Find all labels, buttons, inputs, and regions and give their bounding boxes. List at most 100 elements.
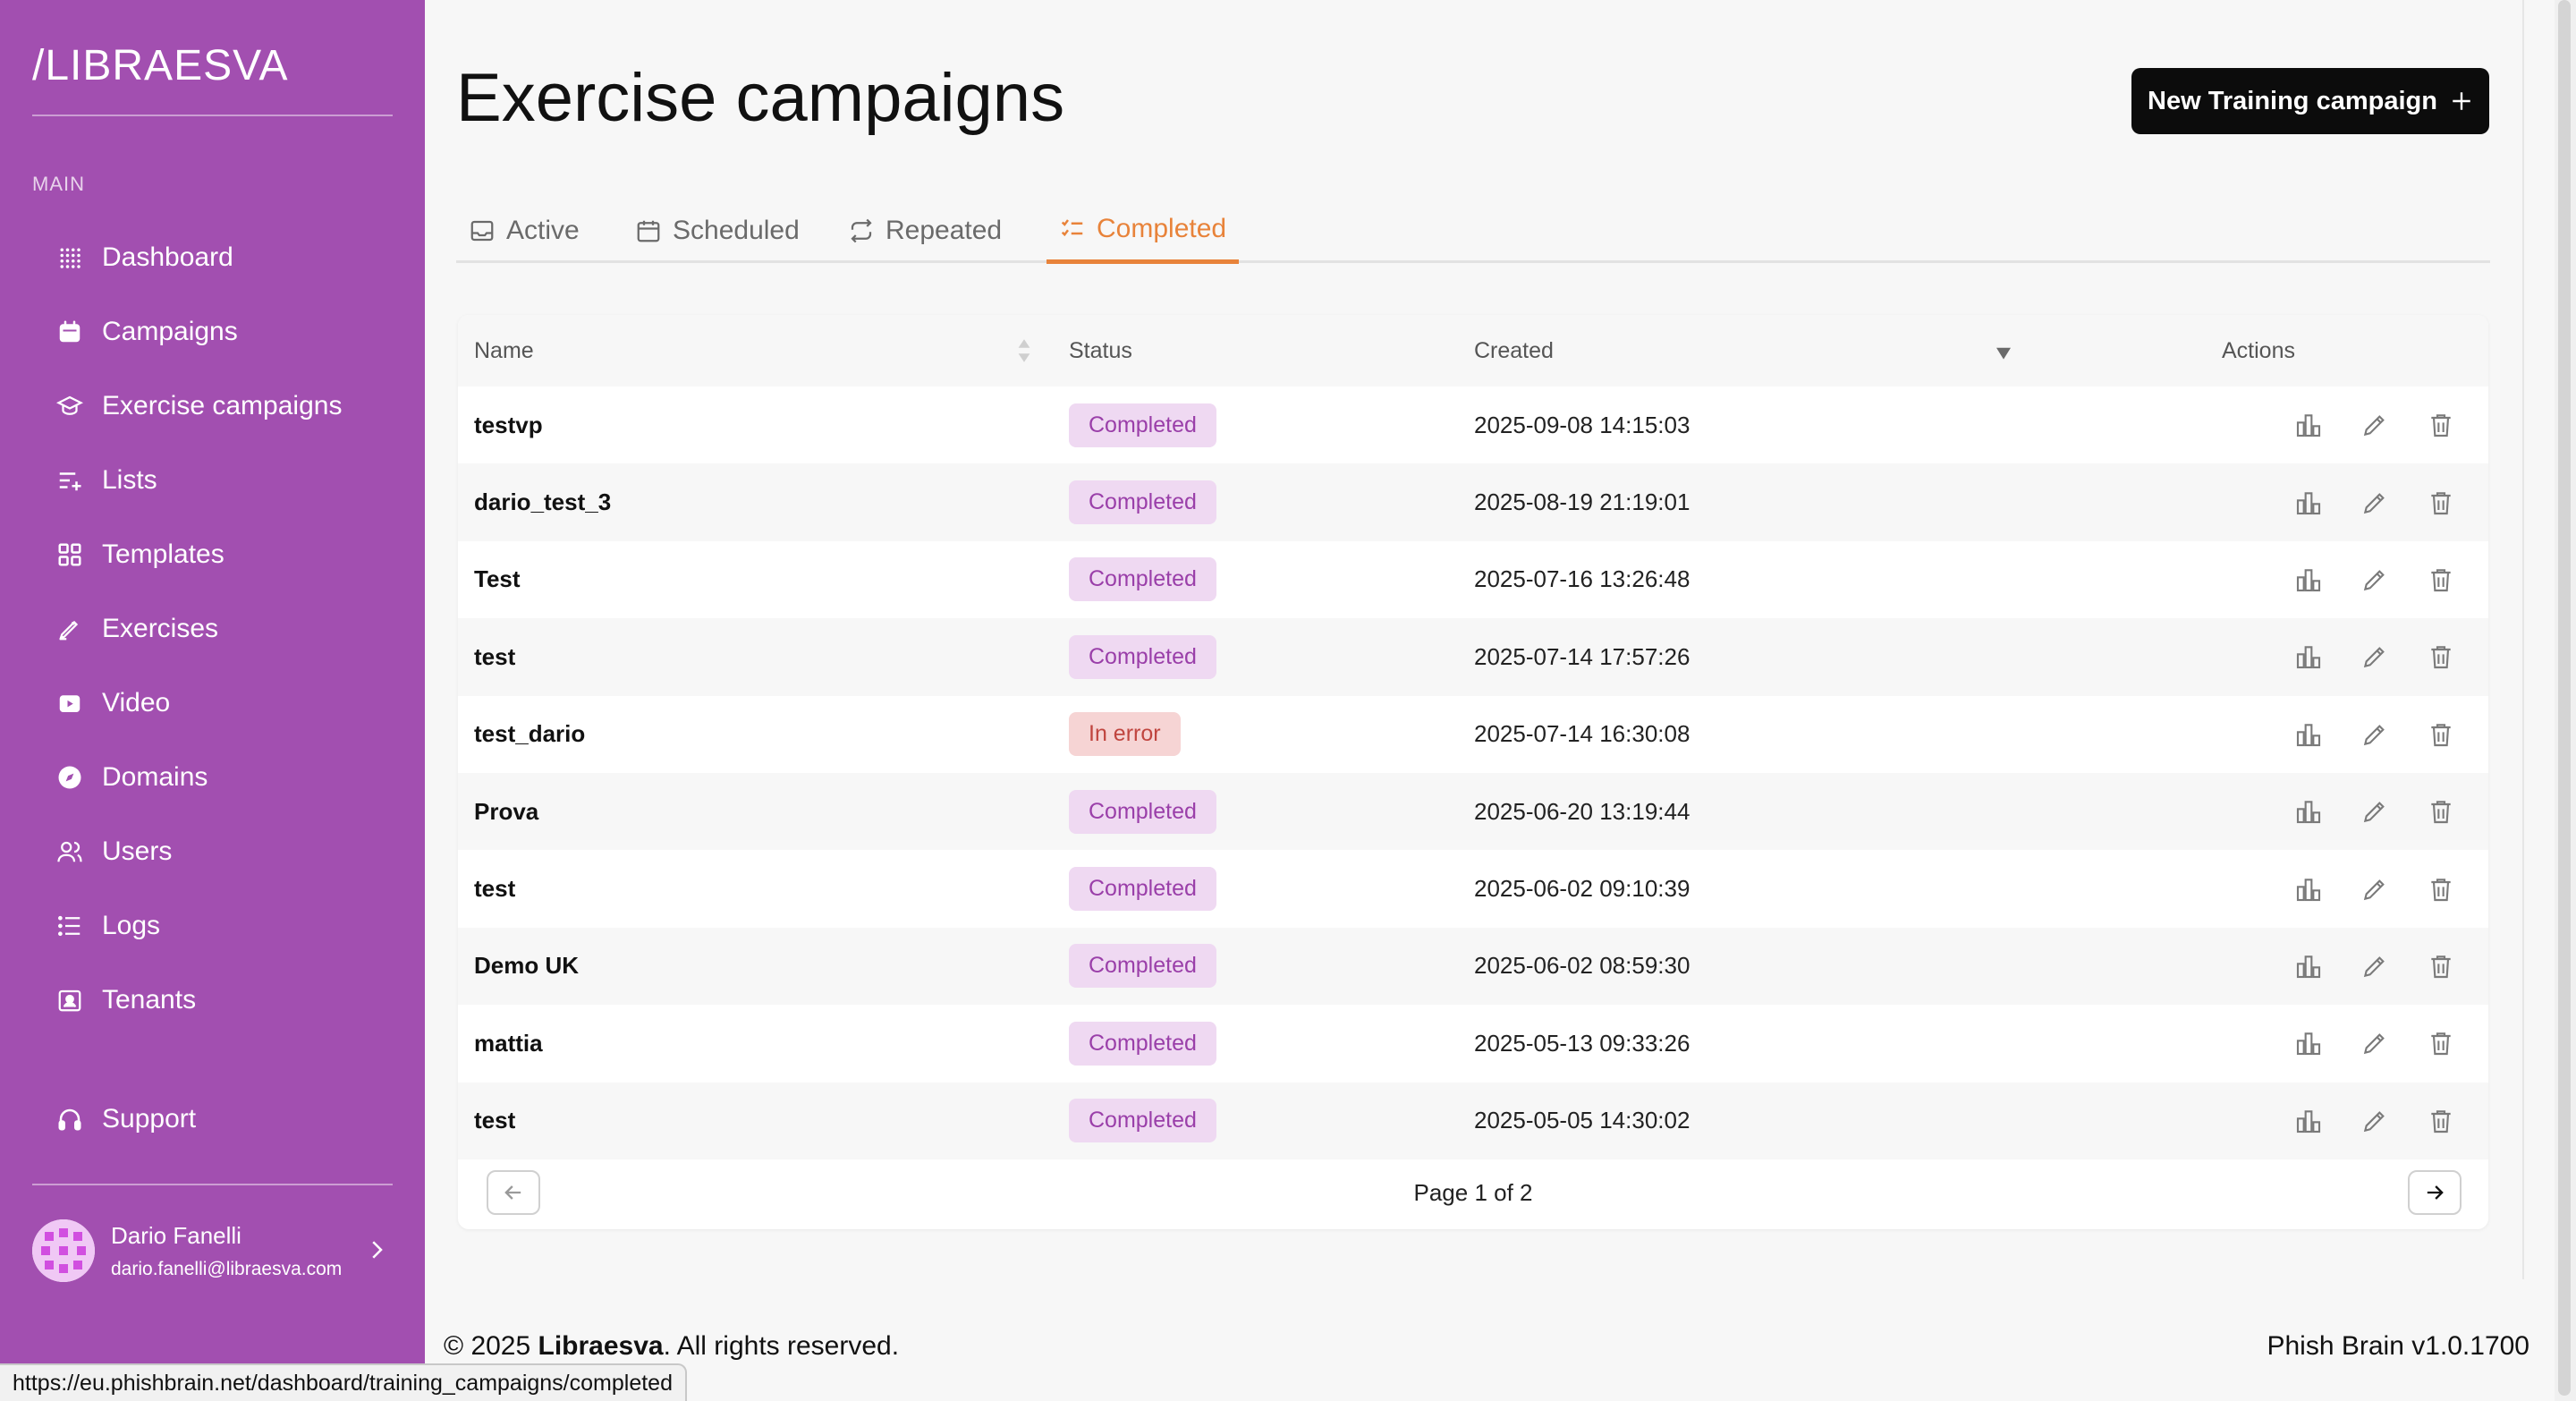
table-row[interactable]: test Completed 2025-06-02 09:10:39 [458, 850, 2488, 927]
sidebar-item-label: Dashboard [102, 242, 233, 272]
row-actions [2293, 618, 2456, 695]
sidebar-item-label: Templates [102, 539, 225, 569]
sidebar-item-label: Exercises [102, 614, 219, 643]
edit-icon[interactable] [2360, 565, 2390, 595]
table-row[interactable]: test Completed 2025-05-05 14:30:02 [458, 1082, 2488, 1159]
campaign-name: dario_test_3 [474, 488, 612, 516]
sidebar-item-exercises[interactable]: Exercises [55, 602, 395, 656]
copyright-suffix: . All rights reserved. [663, 1331, 900, 1361]
table-row[interactable]: testvp Completed 2025-09-08 14:15:03 [458, 386, 2488, 463]
sidebar-item-users[interactable]: Users [55, 825, 395, 879]
sidebar-item-logs[interactable]: Logs [55, 899, 395, 953]
arrow-right-icon [2427, 1185, 2444, 1200]
edit-icon[interactable] [2360, 1028, 2390, 1058]
sidebar-item-templates[interactable]: Templates [55, 528, 395, 582]
sort-desc-icon[interactable] [1994, 336, 2013, 365]
sidebar-item-label: Video [102, 688, 171, 717]
tab-scheduled[interactable]: Scheduled [623, 199, 812, 263]
created-date: 2025-06-02 09:10:39 [1474, 875, 1690, 903]
table-row[interactable]: test Completed 2025-07-14 17:57:26 [458, 618, 2488, 696]
sidebar-item-video[interactable]: Video [55, 676, 395, 730]
sidebar-item-exercise-campaigns[interactable]: Exercise campaigns [55, 379, 395, 433]
libraesva-logo[interactable]: /LIBRAESVA [32, 41, 289, 90]
sidebar-item-dashboard[interactable]: Dashboard [55, 231, 395, 284]
stats-icon[interactable] [2293, 488, 2324, 518]
sidebar-item-label: Users [102, 836, 173, 866]
sidebar-item-campaigns[interactable]: Campaigns [55, 305, 395, 359]
headset-icon [55, 1105, 84, 1134]
list-add-icon [55, 466, 84, 495]
status-badge: Completed [1069, 1099, 1216, 1143]
status-badge: Completed [1069, 944, 1216, 989]
new-training-campaign-button[interactable]: New Training campaign [2131, 68, 2489, 134]
delete-icon[interactable] [2426, 565, 2456, 595]
tab-completed[interactable]: Completed [1046, 199, 1240, 264]
delete-icon[interactable] [2426, 951, 2456, 981]
column-header-created[interactable]: Created [1474, 315, 1554, 386]
status-cell: Completed [1069, 618, 1216, 695]
sidebar-item-lists[interactable]: Lists [55, 454, 395, 507]
edit-icon[interactable] [2360, 488, 2390, 518]
scrollbar-thumb[interactable] [2558, 0, 2571, 1396]
delete-icon[interactable] [2426, 874, 2456, 904]
delete-icon[interactable] [2426, 1106, 2456, 1136]
sidebar-item-label: Support [102, 1104, 197, 1134]
status-cell: In error [1069, 696, 1181, 773]
copyright-brand[interactable]: Libraesva [538, 1331, 664, 1361]
edit-icon[interactable] [2360, 951, 2390, 981]
tab-repeated[interactable]: Repeated [835, 199, 1014, 263]
status-cell: Completed [1069, 1005, 1216, 1082]
table-row[interactable]: mattia Completed 2025-05-13 09:33:26 [458, 1005, 2488, 1082]
sort-icon[interactable] [1014, 336, 1034, 365]
sidebar-item-label: Domains [102, 762, 208, 792]
column-header-status[interactable]: Status [1069, 315, 1132, 386]
stats-icon[interactable] [2293, 565, 2324, 595]
edit-icon[interactable] [2360, 1106, 2390, 1136]
stats-icon[interactable] [2293, 410, 2324, 440]
stats-icon[interactable] [2293, 641, 2324, 672]
delete-icon[interactable] [2426, 641, 2456, 672]
row-actions [2293, 850, 2456, 927]
page-indicator: Page 1 of 2 [1413, 1179, 1533, 1206]
table-row[interactable]: Test Completed 2025-07-16 13:26:48 [458, 541, 2488, 618]
stats-icon[interactable] [2293, 1028, 2324, 1058]
sidebar-item-support[interactable]: Support [55, 1092, 395, 1146]
table-row[interactable]: test_dario In error 2025-07-14 16:30:08 [458, 696, 2488, 773]
table-row[interactable]: dario_test_3 Completed 2025-08-19 21:19:01 [458, 463, 2488, 541]
tab-active[interactable]: Active [456, 199, 592, 263]
edit-icon[interactable] [2360, 641, 2390, 672]
content-divider [2522, 0, 2524, 1279]
dots-grid-icon [55, 243, 84, 272]
delete-icon[interactable] [2426, 1028, 2456, 1058]
created-date: 2025-05-05 14:30:02 [1474, 1107, 1690, 1134]
stats-icon[interactable] [2293, 1106, 2324, 1136]
delete-icon[interactable] [2426, 488, 2456, 518]
sidebar-item-label: Tenants [102, 985, 197, 1015]
edit-icon[interactable] [2360, 796, 2390, 827]
stats-icon[interactable] [2293, 951, 2324, 981]
sidebar-item-label: Exercise campaigns [102, 391, 343, 420]
sidebar-item-domains[interactable]: Domains [55, 751, 395, 804]
column-header-name[interactable]: Name [474, 315, 534, 386]
graduation-cap-icon [55, 392, 84, 420]
status-cell: Completed [1069, 928, 1216, 1005]
sidebar-item-tenants[interactable]: Tenants [55, 973, 395, 1027]
stats-icon[interactable] [2293, 719, 2324, 750]
delete-icon[interactable] [2426, 410, 2456, 440]
edit-icon[interactable] [2360, 410, 2390, 440]
status-cell: Completed [1069, 386, 1216, 463]
stats-icon[interactable] [2293, 874, 2324, 904]
edit-icon[interactable] [2360, 719, 2390, 750]
edit-icon[interactable] [2360, 874, 2390, 904]
created-date: 2025-06-20 13:19:44 [1474, 797, 1690, 825]
table-row[interactable]: Prova Completed 2025-06-20 13:19:44 [458, 773, 2488, 851]
tab-label: Active [506, 216, 580, 245]
campaign-name: Test [474, 565, 521, 593]
next-page-button[interactable] [2408, 1170, 2462, 1215]
delete-icon[interactable] [2426, 719, 2456, 750]
table-row[interactable]: Demo UK Completed 2025-06-02 08:59:30 [458, 927, 2488, 1006]
user-profile[interactable]: Dario Fanelli dario.fanelli@libraesva.co… [32, 1217, 390, 1285]
user-name: Dario Fanelli [111, 1221, 242, 1249]
stats-icon[interactable] [2293, 796, 2324, 827]
delete-icon[interactable] [2426, 796, 2456, 827]
